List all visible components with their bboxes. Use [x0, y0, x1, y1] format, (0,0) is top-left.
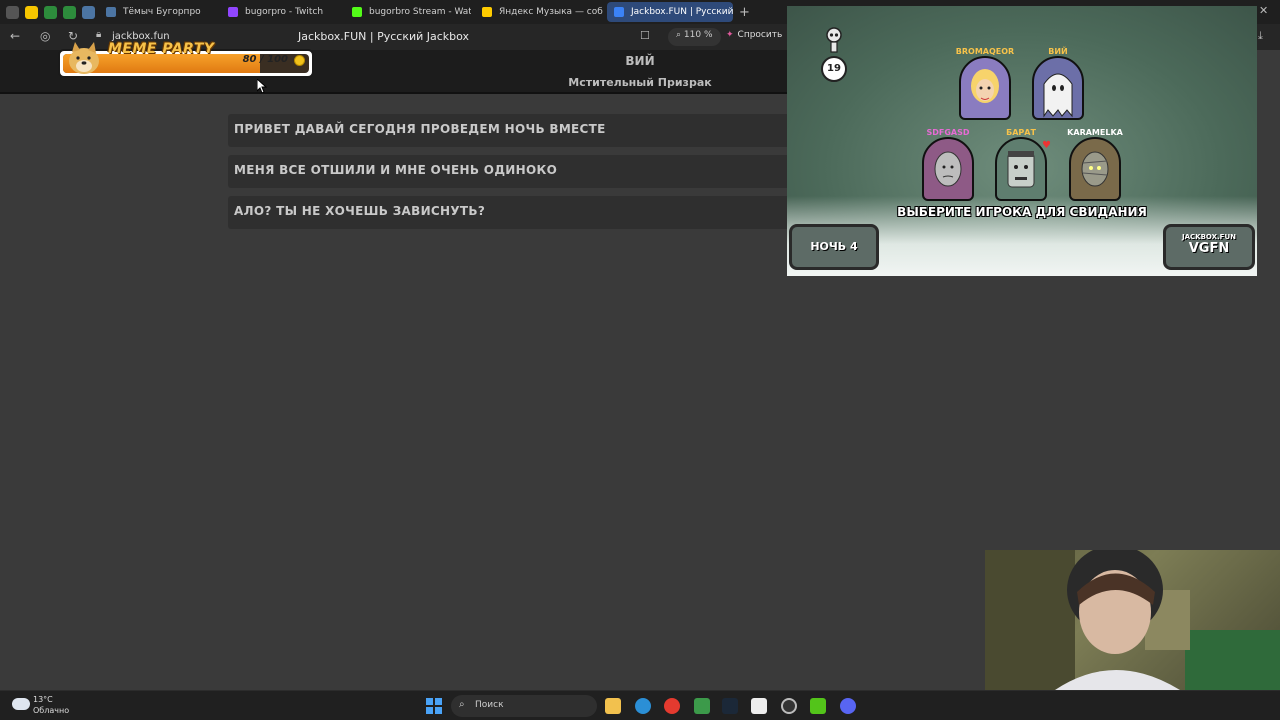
taskbar: 13°C Облачно ⌕ Поиск: [0, 690, 1280, 720]
ask-button[interactable]: ✦ Спросить: [718, 28, 790, 46]
back-icon[interactable]: ←: [10, 29, 20, 43]
tab-favicon-icon: [106, 7, 116, 17]
kick-icon[interactable]: [810, 698, 826, 714]
app-icon[interactable]: [781, 698, 797, 714]
search-placeholder: Поиск: [475, 700, 504, 710]
pinned-app-icon[interactable]: [63, 5, 76, 19]
doge-icon: [69, 42, 99, 74]
player-label: BROMAQEOR: [955, 47, 1015, 56]
tab-label: bugorbro Stream - Watch: [369, 7, 471, 17]
windows-start-icon[interactable]: [426, 698, 442, 714]
browser-tab[interactable]: bugorpro - Twitch: [221, 2, 341, 22]
download-icon[interactable]: ⤓: [1258, 29, 1263, 43]
lock-icon: 🔒︎: [96, 29, 102, 40]
pinned-app-icon[interactable]: [44, 5, 57, 19]
dialogue-option-1[interactable]: ПРИВЕТ ДАВАЙ СЕГОДНЯ ПРОВЕДЕМ НОЧЬ ВМЕСТ…: [228, 114, 788, 147]
browser-app-icon[interactable]: [635, 698, 651, 714]
webcam-feed: [985, 550, 1280, 690]
heart-icon: ♥: [1042, 140, 1051, 151]
frankenstein-character-icon: [1007, 151, 1035, 188]
reload-icon[interactable]: ↻: [68, 29, 78, 43]
weather-temp[interactable]: 13°C: [33, 695, 53, 704]
browser-tab[interactable]: Jackbox.FUN | Русский✕: [607, 2, 733, 22]
bookmark-icon[interactable]: ☐: [640, 29, 650, 42]
sparkle-icon: ✦: [726, 30, 734, 40]
tab-label: bugorpro - Twitch: [245, 7, 324, 17]
browser-tab[interactable]: bugorbro Stream - Watch: [345, 2, 471, 22]
app-icon[interactable]: [751, 698, 767, 714]
round-counter: 19: [821, 56, 847, 82]
steam-icon[interactable]: [722, 698, 738, 714]
player-label: KARAMELKA: [1067, 128, 1123, 137]
zoom-level: 110 %: [683, 30, 713, 40]
alice-icon[interactable]: ◎: [40, 29, 50, 43]
blonde-character-icon: [971, 69, 999, 103]
app-icon[interactable]: [694, 698, 710, 714]
tab-label: Тёмыч Бугорпро: [123, 7, 201, 17]
tab-menu-icon[interactable]: ✕: [1259, 4, 1268, 17]
page-title: Jackbox.FUN | Русский Jackbox: [298, 30, 470, 43]
cloud-icon[interactable]: [12, 698, 30, 710]
player-name: ВИЙ: [625, 54, 655, 68]
tab-favicon-icon: [614, 7, 624, 17]
vk-pinned-icon[interactable]: [82, 5, 95, 19]
tab-favicon-icon: [228, 7, 238, 17]
site-label: JACKBOX.FUN: [1181, 233, 1236, 241]
new-tab-button[interactable]: +: [739, 5, 750, 20]
ask-label: Спросить: [737, 30, 783, 40]
file-explorer-icon[interactable]: [605, 698, 621, 714]
game-prompt: ВЫБЕРИТЕ ИГРОКА ДЛЯ СВИДАНИЯ: [897, 205, 1147, 219]
discord-icon[interactable]: [840, 698, 856, 714]
player-label: ВИЙ: [1048, 47, 1068, 56]
meme-party-title: MEME PARTY: [108, 41, 215, 57]
streamer-image: [985, 550, 1280, 690]
player-label: SDFGASD: [926, 128, 970, 137]
yandex-browser-icon[interactable]: [664, 698, 680, 714]
sidebar-icon[interactable]: [6, 5, 19, 19]
player-portrait[interactable]: [995, 137, 1047, 201]
player-portrait[interactable]: [1032, 56, 1084, 120]
dialogue-option-3[interactable]: АЛО? ТЫ НЕ ХОЧЕШЬ ЗАВИСНУТЬ?: [228, 196, 788, 229]
room-code: VGFN: [1188, 241, 1230, 256]
taskbar-search[interactable]: ⌕ Поиск: [451, 695, 597, 717]
youtube-pinned-icon[interactable]: [25, 5, 38, 19]
ghost-character-icon: [1043, 73, 1073, 118]
mummy-character-icon: [1081, 151, 1109, 187]
player-role: Мстительный Призрак: [568, 76, 712, 89]
night-label: НОЧЬ 4: [810, 240, 858, 253]
zoom-level-button[interactable]: ⌕ 110 %: [668, 28, 721, 46]
grey-character-icon: [934, 151, 962, 187]
player-portrait[interactable]: [1069, 137, 1121, 201]
mouse-cursor-icon: [257, 79, 267, 93]
browser-tab[interactable]: Тёмыч Бугорпро: [99, 2, 217, 22]
player-label: БАРАТ: [1006, 128, 1036, 137]
meme-count: 80 / 100: [242, 54, 288, 65]
skull-icon: [826, 27, 842, 53]
tab-favicon-icon: [352, 7, 362, 17]
player-portrait[interactable]: [922, 137, 974, 201]
tab-label: Jackbox.FUN | Русский: [631, 7, 733, 17]
search-icon: ⌕: [459, 699, 465, 710]
coin-icon: [294, 55, 305, 66]
night-plaque: НОЧЬ 4: [789, 224, 879, 270]
browser-tab[interactable]: Яндекс Музыка — собир: [475, 2, 603, 22]
game-stream-panel: 19 BROMAQEOR ВИЙ SDFGASD БАРАТ KARAMELKA…: [787, 6, 1257, 276]
weather-desc[interactable]: Облачно: [33, 706, 69, 715]
room-code-plaque: JACKBOX.FUN VGFN: [1163, 224, 1255, 270]
tab-label: Яндекс Музыка — собир: [499, 7, 603, 17]
dialogue-option-2[interactable]: МЕНЯ ВСЕ ОТШИЛИ И МНЕ ОЧЕНЬ ОДИНОКО: [228, 155, 788, 188]
tab-favicon-icon: [482, 7, 492, 17]
player-portrait[interactable]: [959, 56, 1011, 120]
